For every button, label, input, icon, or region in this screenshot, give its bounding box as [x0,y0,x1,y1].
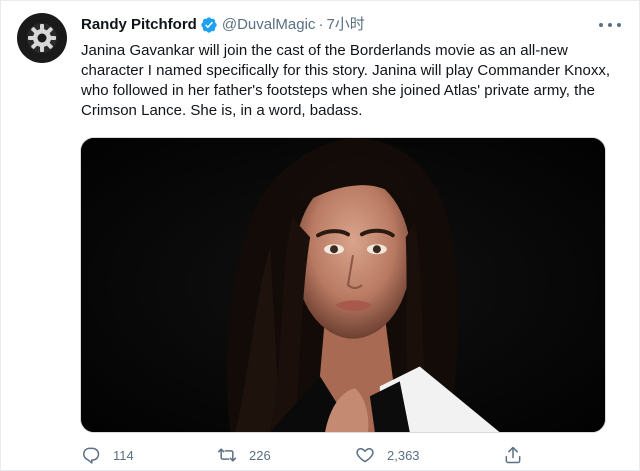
reply-button[interactable]: 114 [81,445,134,465]
retweet-count: 226 [249,447,271,463]
gear-logo-icon [27,23,57,53]
reply-count: 114 [113,447,134,463]
verified-badge-icon [200,16,218,34]
tweet-text: Janina Gavankar will join the cast of th… [81,42,611,119]
tweet-card[interactable]: Randy Pitchford @DuvalMagic · 7小时 Janina… [0,0,640,471]
share-button[interactable] [503,445,535,465]
like-button[interactable]: 2,363 [355,445,420,465]
like-count: 2,363 [387,447,420,463]
separator-dot: · [318,16,324,33]
avatar[interactable] [17,13,67,63]
reply-icon [83,447,100,464]
retweet-button[interactable]: 226 [217,445,271,465]
tweet-photo[interactable] [80,137,606,433]
retweet-icon [217,448,237,462]
timestamp[interactable]: 7小时 [326,15,364,35]
more-options-icon[interactable] [599,17,621,33]
portrait-photo [81,138,605,432]
share-icon [505,446,521,464]
heart-icon [356,448,374,463]
tweet-actions: 114 226 2,363 [81,445,531,469]
handle[interactable]: @DuvalMagic [222,15,316,35]
tweet-header: Randy Pitchford @DuvalMagic · 7小时 [81,15,589,35]
display-name[interactable]: Randy Pitchford [81,15,197,35]
